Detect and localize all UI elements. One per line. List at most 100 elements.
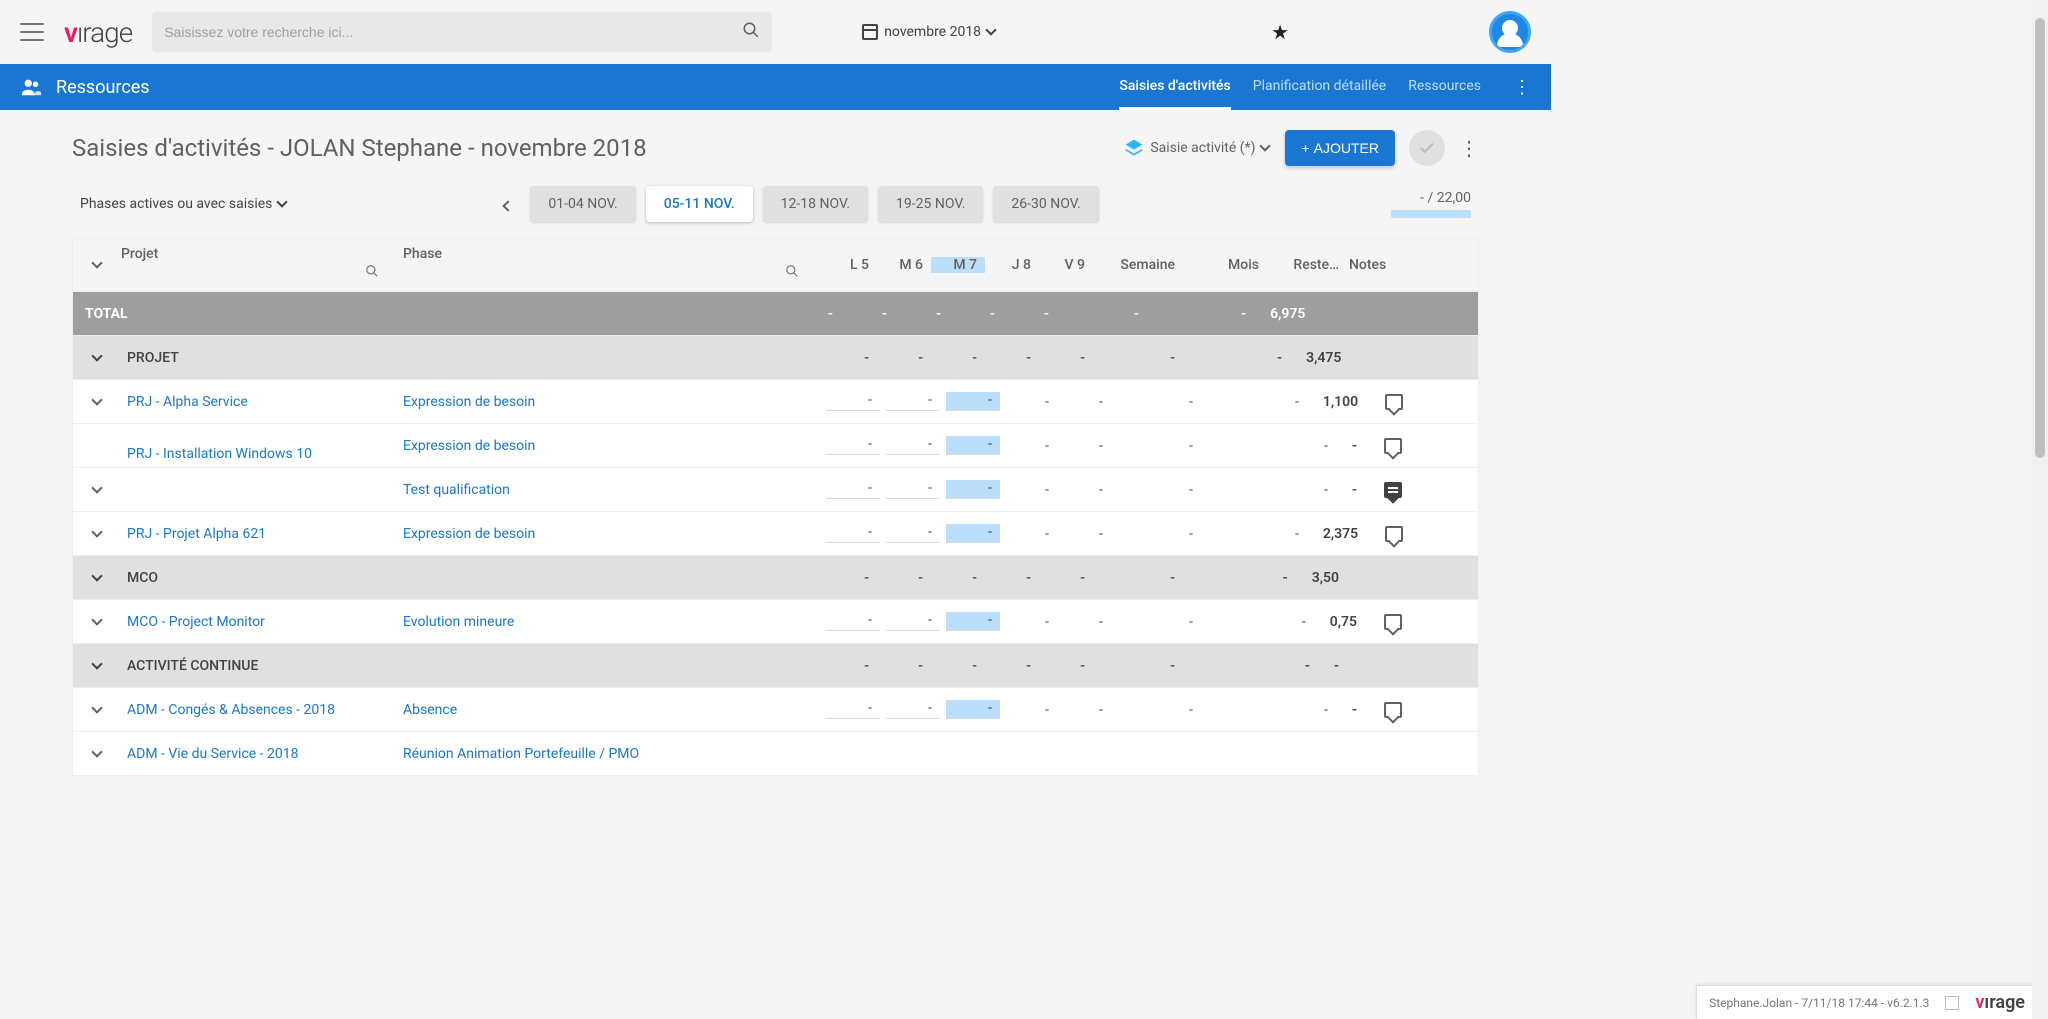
tab-saisies[interactable]: Saisies d'activités bbox=[1119, 64, 1230, 110]
expand-icon[interactable] bbox=[73, 620, 121, 624]
day-cell[interactable]: - bbox=[946, 612, 1000, 631]
day-cell[interactable]: - bbox=[826, 436, 880, 455]
day-cell[interactable]: - bbox=[946, 392, 1000, 411]
note-icon[interactable] bbox=[1384, 482, 1402, 498]
note-icon[interactable] bbox=[1384, 438, 1402, 454]
day-cell[interactable]: - bbox=[946, 524, 1000, 543]
day-cell[interactable]: - bbox=[1057, 526, 1111, 542]
week-chip[interactable]: 26-30 NOV. bbox=[993, 186, 1098, 222]
scrollbar-thumb[interactable] bbox=[2035, 18, 2045, 458]
phase-link[interactable]: Test qualification bbox=[403, 482, 510, 498]
search-icon[interactable] bbox=[742, 21, 760, 44]
more-icon[interactable]: ⋮ bbox=[1513, 77, 1531, 98]
day-cell[interactable]: - bbox=[1003, 526, 1057, 542]
week-chip[interactable]: 01-04 NOV. bbox=[530, 186, 635, 222]
project-link[interactable]: PRJ - Alpha Service bbox=[127, 394, 248, 410]
phase-link[interactable]: Expression de besoin bbox=[403, 438, 535, 454]
user-avatar[interactable] bbox=[1489, 11, 1531, 53]
project-link[interactable]: MCO - Project Monitor bbox=[127, 614, 265, 630]
semaine-cell: - bbox=[1057, 306, 1157, 322]
phase-link[interactable]: Absence bbox=[403, 702, 457, 718]
day-cell[interactable]: - bbox=[886, 480, 940, 499]
day-cell[interactable]: - bbox=[826, 480, 880, 499]
phase-link[interactable]: Evolution mineure bbox=[403, 614, 514, 630]
month-picker[interactable]: novembre 2018 bbox=[862, 24, 995, 40]
col-day: L 5 bbox=[823, 257, 877, 273]
tab-ressources[interactable]: Ressources bbox=[1408, 64, 1481, 110]
expand-icon[interactable] bbox=[73, 708, 121, 712]
status-checkbox[interactable] bbox=[1945, 996, 1959, 1010]
search-projet-icon[interactable] bbox=[365, 264, 379, 282]
search-phase-icon[interactable] bbox=[785, 264, 799, 282]
day-cell[interactable]: - bbox=[1057, 614, 1111, 630]
table-header: ProjetPhaseL 5M 6M 7J 8V 9SemaineMoisRes… bbox=[73, 239, 1478, 291]
logo[interactable]: vırage bbox=[64, 16, 132, 49]
day-cell[interactable]: - bbox=[1003, 482, 1057, 498]
week-chip[interactable]: 12-18 NOV. bbox=[763, 186, 868, 222]
menu-icon[interactable] bbox=[20, 23, 44, 41]
day-cell[interactable]: - bbox=[886, 436, 940, 455]
day-cell[interactable]: - bbox=[826, 392, 880, 411]
week-chip[interactable]: 05-11 NOV. bbox=[646, 186, 753, 222]
table-row: PRJ - Installation Windows 10Test qualif… bbox=[73, 467, 1478, 511]
expand-icon[interactable] bbox=[73, 400, 121, 404]
day-cell[interactable]: - bbox=[1057, 438, 1111, 454]
day-cell[interactable]: - bbox=[946, 480, 1000, 499]
project-link[interactable]: PRJ - Projet Alpha 621 bbox=[127, 526, 266, 542]
expand-icon[interactable] bbox=[73, 664, 121, 668]
phase-link[interactable]: Expression de besoin bbox=[403, 394, 535, 410]
expand-icon[interactable] bbox=[73, 576, 121, 580]
day-cell[interactable]: - bbox=[826, 612, 880, 631]
week-chip[interactable]: 19-25 NOV. bbox=[878, 186, 983, 222]
col-semaine: Semaine bbox=[1093, 257, 1193, 273]
day-cell[interactable]: - bbox=[946, 700, 1000, 719]
day-cell: - bbox=[931, 658, 985, 674]
day-cell[interactable]: - bbox=[1057, 394, 1111, 410]
day-cell[interactable]: - bbox=[946, 436, 1000, 455]
day-cell[interactable]: - bbox=[1003, 614, 1057, 630]
col-day: M 6 bbox=[877, 257, 931, 273]
tab-planification[interactable]: Planification détaillée bbox=[1253, 64, 1386, 110]
day-cell[interactable]: - bbox=[1003, 702, 1057, 718]
view-selector[interactable]: Saisie activité (*) bbox=[1124, 138, 1269, 158]
day-cell[interactable]: - bbox=[886, 700, 940, 719]
expand-all-icon[interactable] bbox=[73, 263, 121, 267]
phase-cell: Réunion Animation Portefeuille / PMO bbox=[403, 746, 823, 762]
project-link[interactable]: PRJ - Installation Windows 10 bbox=[127, 446, 312, 462]
page-more-icon[interactable]: ⋮ bbox=[1459, 136, 1479, 160]
add-button[interactable]: + AJOUTER bbox=[1285, 130, 1395, 166]
day-cell[interactable]: - bbox=[1057, 482, 1111, 498]
note-icon[interactable] bbox=[1384, 702, 1402, 718]
category-row: MCO-------3,50 bbox=[73, 555, 1478, 599]
expand-icon[interactable] bbox=[73, 752, 121, 756]
day-cell[interactable]: - bbox=[886, 392, 940, 411]
day-cell[interactable]: - bbox=[826, 524, 880, 543]
search-input[interactable] bbox=[164, 24, 742, 40]
day-cell[interactable]: - bbox=[1003, 394, 1057, 410]
expand-icon[interactable] bbox=[73, 488, 121, 492]
note-icon[interactable] bbox=[1385, 394, 1403, 410]
favorite-icon[interactable]: ★ bbox=[1271, 20, 1289, 44]
reste-cell: -- bbox=[1295, 702, 1367, 718]
project-cell: PRJ - Projet Alpha 621 bbox=[121, 526, 403, 542]
project-link[interactable]: ADM - Congés & Absences - 2018 bbox=[127, 702, 335, 718]
day-cell[interactable]: - bbox=[886, 524, 940, 543]
day-cell[interactable]: - bbox=[1057, 702, 1111, 718]
category-row: ACTIVITÉ CONTINUE-------- bbox=[73, 643, 1478, 687]
phase-link[interactable]: Expression de besoin bbox=[403, 526, 535, 542]
day-cell: - bbox=[895, 306, 949, 322]
day-cell[interactable]: - bbox=[1003, 438, 1057, 454]
project-link[interactable]: ADM - Vie du Service - 2018 bbox=[127, 746, 299, 762]
day-cell[interactable]: - bbox=[886, 612, 940, 631]
phase-link[interactable]: Réunion Animation Portefeuille / PMO bbox=[403, 746, 639, 762]
prev-week-button[interactable] bbox=[496, 195, 520, 214]
day-cell[interactable]: - bbox=[826, 700, 880, 719]
notes-cell bbox=[1367, 482, 1419, 498]
scrollbar[interactable] bbox=[2032, 0, 2048, 1019]
note-icon[interactable] bbox=[1385, 526, 1403, 542]
validate-button[interactable] bbox=[1409, 130, 1445, 166]
expand-icon[interactable] bbox=[73, 356, 121, 360]
expand-icon[interactable] bbox=[73, 532, 121, 536]
note-icon[interactable] bbox=[1384, 614, 1402, 630]
phase-filter[interactable]: Phases actives ou avec saisies bbox=[80, 196, 286, 212]
